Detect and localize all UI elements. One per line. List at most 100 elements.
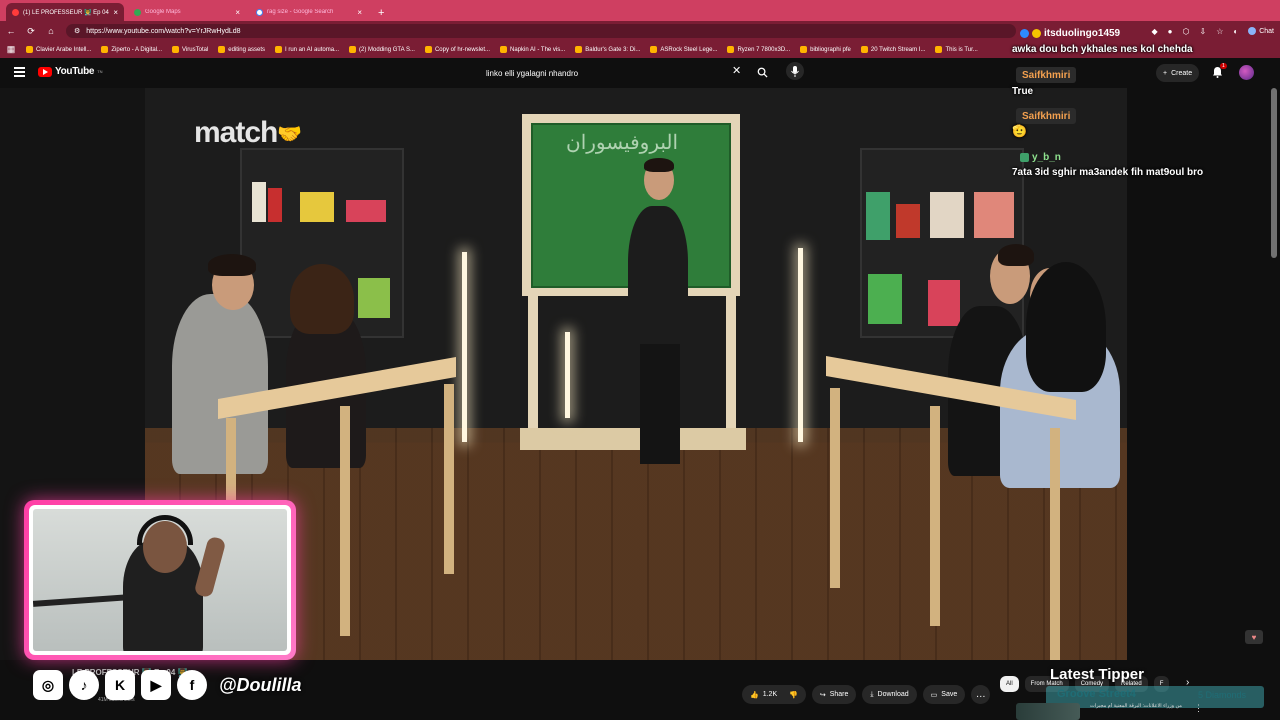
search-button[interactable] [752, 63, 772, 81]
streamer-webcam [33, 509, 287, 651]
extension-icon[interactable]: ◆ [1152, 27, 1158, 36]
ai-chat-button[interactable]: Chat [1248, 27, 1274, 35]
share-icon: ↪ [819, 691, 826, 699]
bookmark-favicon-icon [935, 46, 943, 53]
google-favicon-icon [256, 8, 263, 16]
url-field[interactable]: ⚙ https://www.youtube.com/watch?v=YrJRwH… [66, 24, 1016, 38]
match-brand-logo: match🤝 [194, 116, 302, 149]
account-avatar[interactable] [1239, 65, 1254, 80]
handshake-icon: 🤝 [277, 123, 302, 146]
download-button[interactable]: ⤓ Download [862, 685, 917, 704]
save-button[interactable]: ▭ Save [922, 685, 966, 704]
kick-icon: K [105, 670, 135, 700]
channel-watermark-icon[interactable]: ♥ [1245, 630, 1263, 644]
bookmark-item[interactable]: 20 Twitch Stream I... [860, 46, 925, 53]
bookmark-folder[interactable]: editing assets [218, 46, 265, 53]
bookmark-icon: ▭ [930, 691, 938, 699]
page-scrollbar[interactable] [1271, 88, 1277, 258]
headset-icon [137, 515, 193, 545]
share-button[interactable]: ↪ Share [811, 685, 857, 704]
like-count: 1.2K [762, 691, 778, 698]
bookmark-favicon-icon [650, 46, 658, 53]
url-text: https://www.youtube.com/watch?v=YrJRwHyd… [86, 27, 241, 35]
book [974, 192, 1014, 238]
bookmark-item[interactable]: (2) Modding GTA S... [349, 46, 415, 53]
chip-all[interactable]: All [1000, 676, 1019, 692]
bookmark-favicon-icon [101, 46, 109, 53]
student-hair [290, 264, 354, 334]
bookmark-star-icon[interactable]: ☆ [1216, 27, 1223, 36]
search-input[interactable]: linko elli ygalagni nhandro [476, 64, 748, 82]
like-button[interactable]: 👍 1.2K 👎 [742, 685, 806, 704]
bookmark-item[interactable]: Copy of hr-newslet... [424, 46, 490, 53]
clear-search-icon[interactable]: ✕ [732, 64, 741, 77]
book [346, 200, 386, 222]
browser-tab-youtube[interactable]: (1) LE PROFESSEUR 👨‍🏫 Ep 04 👨‍🏫 × [6, 3, 124, 21]
browser-tab-google[interactable]: rag size - Google Search × [250, 3, 368, 21]
more-actions-button[interactable]: … [971, 685, 991, 704]
youtube-logo[interactable]: YouTube TN [38, 66, 103, 77]
new-tab-button[interactable]: + [378, 7, 384, 21]
student-hair [208, 254, 256, 276]
bookmark-favicon-icon [727, 46, 735, 53]
bookmark-item[interactable]: Ziperto - A Digital... [101, 46, 162, 53]
extension-icon[interactable]: ⇩ [1199, 27, 1206, 36]
book [896, 204, 920, 238]
bookmark-item[interactable]: ASRock Steel Lege... [650, 46, 717, 53]
light-tube [462, 252, 467, 442]
bookmark-item[interactable]: VirusTotal [172, 46, 208, 53]
chat-message: 🫡 [1012, 124, 1027, 138]
extension-icon[interactable]: ⬡ [1183, 27, 1190, 36]
create-label: Create [1171, 69, 1193, 77]
plus-icon: + [1163, 69, 1168, 77]
youtube-wordmark: YouTube [55, 66, 95, 77]
download-icon: ⤓ [870, 690, 874, 698]
bookmark-favicon-icon [172, 46, 180, 53]
bookmark-item[interactable]: This is Tur... [935, 46, 978, 53]
chat-username: itsduolingo1459 [1014, 25, 1126, 41]
reload-icon[interactable]: ⟳ [26, 26, 36, 37]
close-tab-icon[interactable]: × [235, 8, 240, 17]
bookmark-favicon-icon [349, 46, 357, 53]
book [268, 188, 282, 222]
close-tab-icon[interactable]: × [357, 8, 362, 17]
bookmark-item[interactable]: Napkin AI - The vis... [500, 46, 565, 53]
chat-message: True [1012, 86, 1034, 97]
bookmark-favicon-icon [424, 46, 432, 53]
voice-search-button[interactable] [786, 62, 804, 80]
chat-username: Saifkhmiri [1016, 108, 1077, 124]
close-tab-icon[interactable]: × [113, 8, 118, 17]
desk-leg [340, 406, 350, 636]
teacher-figure [628, 206, 688, 346]
bookmark-folder[interactable]: bibliographi pfe [800, 46, 851, 53]
tab-label: rag size - Google Search [267, 9, 334, 15]
instagram-icon: ◎ [33, 670, 63, 700]
country-code: TN [97, 69, 103, 74]
extension-icon[interactable]: ● [1168, 27, 1173, 36]
thumbs-down-icon[interactable]: 👎 [789, 691, 798, 699]
chat-badge-icon [1032, 28, 1041, 38]
home-icon[interactable]: ⌂ [46, 26, 56, 36]
bookmark-favicon-icon [26, 46, 33, 53]
chalkboard-writing: البروفيسوران [566, 130, 679, 154]
extensions-area: ◆ ● ⬡ ⇩ ☆ ◐ Chat [1152, 27, 1275, 36]
back-arrow-icon[interactable]: ← [6, 26, 16, 36]
extension-icon[interactable]: ◐ [1233, 27, 1238, 36]
bookmark-item[interactable]: Baldur's Gate 3: Di... [575, 46, 640, 53]
browser-tab-maps[interactable]: Google Maps × [128, 3, 246, 21]
save-label: Save [941, 691, 958, 698]
apps-icon[interactable]: ▦ [6, 44, 16, 55]
hamburger-menu-icon[interactable] [14, 67, 25, 77]
site-info-icon[interactable]: ⚙ [74, 27, 80, 35]
kebab-menu-icon[interactable]: ⋮ [1194, 703, 1203, 714]
recommended-video-title[interactable]: من وزراء الاعلانات: البرقة المعنية أم مج… [1090, 703, 1200, 709]
teacher-legs [640, 344, 680, 464]
bookmark-item[interactable]: Ryzen 7 7800x3D... [727, 46, 790, 53]
bookmark-item[interactable]: I run an AI automa... [275, 46, 339, 53]
recommended-video-thumbnail[interactable] [1016, 703, 1080, 720]
tiktok-icon: ♪ [69, 670, 99, 700]
chat-message: 7ata 3id sghir ma3andek fih mat9oul bro [1012, 167, 1204, 178]
bookmark-item[interactable]: Clavier Arabe Intell... [26, 46, 91, 53]
book [300, 192, 334, 222]
create-button[interactable]: + Create [1156, 64, 1200, 82]
